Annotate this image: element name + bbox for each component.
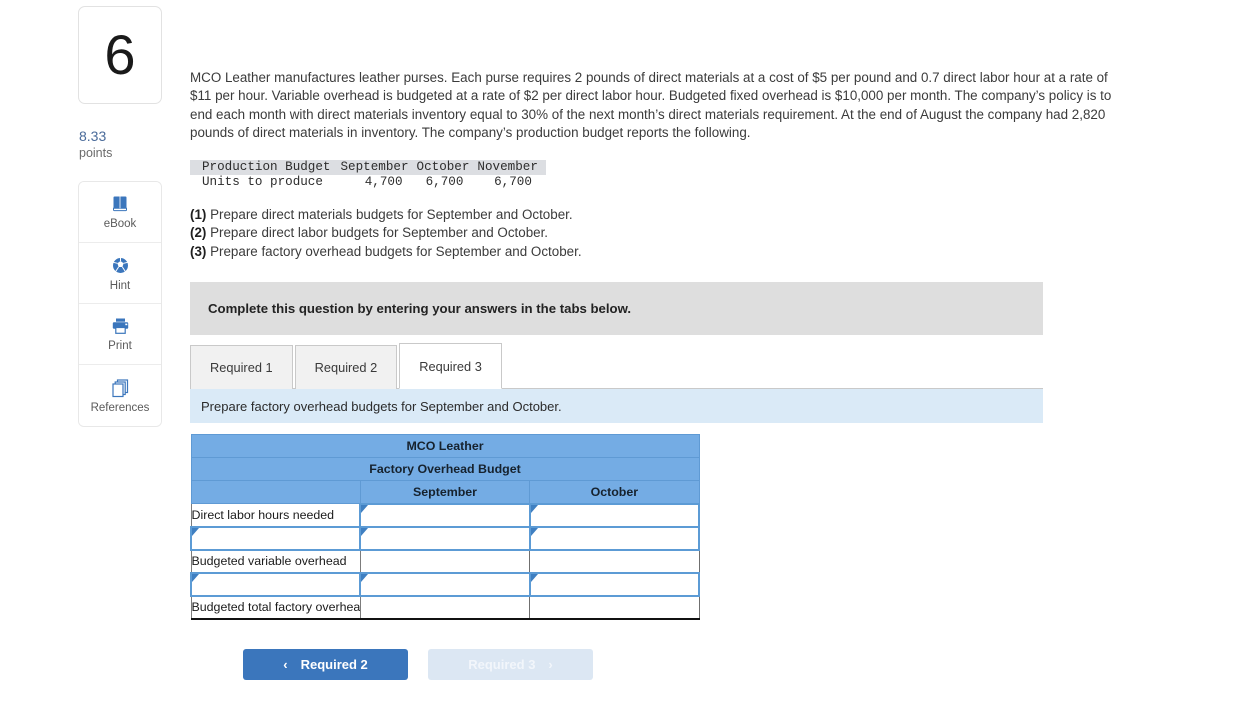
question-body: MCO Leather manufactures leather purses.… [190, 70, 1112, 141]
answer-table-subtitle-row: Factory Overhead Budget [190, 457, 700, 482]
value-row2-october [529, 549, 700, 574]
tab-instruction-text: Prepare factory overhead budgets for Sep… [201, 398, 562, 414]
book-icon [110, 194, 130, 214]
points-block: 8.33 points [78, 128, 162, 161]
production-budget-row-label: Units to produce [202, 174, 323, 189]
tab-required-1-label: Required 1 [210, 360, 273, 376]
input-row1-october[interactable] [528, 525, 701, 551]
hint-label: Hint [109, 279, 131, 292]
prev-required-label: Required 2 [300, 657, 368, 672]
question-page: 6 8.33 points eBook Hint Print Reference… [0, 0, 1252, 727]
prev-required-button[interactable]: ‹ Required 2 [243, 649, 408, 680]
input-row3-label[interactable] [189, 571, 362, 597]
print-button[interactable]: Print [79, 304, 161, 365]
tab-required-2[interactable]: Required 2 [294, 345, 398, 390]
left-rail: 6 8.33 points eBook Hint Print Reference… [78, 0, 162, 427]
input-row1-september[interactable] [359, 525, 531, 551]
complete-question-banner: Complete this question by entering your … [190, 282, 1043, 336]
answer-table-subtitle: Factory Overhead Budget [190, 457, 700, 482]
requirement-number: (3) [190, 243, 207, 259]
table-row: Budgeted total factory overhead [190, 595, 700, 620]
requirement-text: Prepare direct materials budgets for Sep… [206, 206, 573, 222]
main-content: MCO Leather manufactures leather purses.… [189, 0, 1252, 620]
navigation-buttons: ‹ Required 2 Required 3 › [243, 649, 593, 680]
requirement-text: Prepare direct labor budgets for Septemb… [206, 225, 549, 241]
production-budget-title: Production Budget [202, 159, 331, 174]
production-budget-row: Units to produce 4,700 6,700 6,700 [190, 175, 546, 190]
answer-table-col-september: September [359, 480, 531, 505]
next-required-button[interactable]: Required 3 › [428, 649, 593, 680]
production-budget-col-october: October [416, 159, 470, 174]
tab-required-3[interactable]: Required 3 [399, 343, 502, 390]
requirements-list: (1) Prepare direct materials budgets for… [190, 206, 1252, 262]
points-value: 8.33 [79, 128, 107, 144]
answer-table-col-october: October [529, 480, 700, 505]
table-row [189, 525, 701, 551]
printer-icon [110, 316, 131, 336]
answer-table-corner-cell [190, 480, 361, 505]
globe-icon [110, 255, 131, 276]
row-label-budgeted-variable-overhead: Budgeted variable overhead [190, 549, 361, 574]
tab-required-2-label: Required 2 [314, 360, 378, 376]
requirement-number: (2) [190, 225, 207, 241]
answer-table-title-row: MCO Leather [190, 434, 700, 459]
input-row0-september[interactable] [359, 502, 531, 528]
references-button[interactable]: References [79, 365, 161, 426]
points-label: points [79, 146, 113, 160]
production-budget-value-october: 6,700 [425, 174, 464, 189]
question-number-box: 6 [78, 6, 162, 104]
requirement-number: (1) [190, 206, 207, 222]
tool-button-stack: eBook Hint Print References [78, 181, 162, 427]
production-budget-col-november: November [477, 159, 538, 174]
next-required-label: Required 3 [468, 657, 536, 672]
tab-instruction-bar: Prepare factory overhead budgets for Sep… [190, 389, 1043, 424]
pages-icon [110, 377, 131, 398]
requirement-text: Prepare factory overhead budgets for Sep… [206, 243, 582, 259]
hint-button[interactable]: Hint [79, 243, 161, 304]
value-row4-september [359, 595, 531, 620]
chevron-left-icon: ‹ [283, 657, 288, 672]
table-row [189, 571, 701, 597]
tab-required-3-label: Required 3 [419, 358, 482, 374]
input-row3-october[interactable] [528, 571, 701, 597]
input-row3-september[interactable] [359, 571, 531, 597]
production-budget-value-september: 4,700 [364, 174, 403, 189]
production-budget-header-row: Production Budget September October Nove… [190, 159, 546, 175]
production-budget-col-september: September [340, 159, 409, 174]
input-row1-label[interactable] [189, 525, 362, 551]
table-row: Direct labor hours needed [190, 502, 701, 528]
requirement-item: (3) Prepare factory overhead budgets for… [190, 243, 1252, 262]
input-row0-october[interactable] [528, 502, 701, 528]
ebook-label: eBook [103, 218, 137, 230]
row-label-budgeted-total-factory-overhead: Budgeted total factory overhead [190, 595, 361, 620]
value-row4-october [529, 595, 700, 620]
answer-table-column-header-row: September October [190, 480, 700, 505]
complete-question-text: Complete this question by entering your … [208, 301, 632, 317]
row-label-direct-labor-hours: Direct labor hours needed [190, 503, 361, 528]
value-row2-september [359, 549, 531, 574]
production-budget-value-november: 6,700 [494, 174, 532, 189]
production-budget-table: Production Budget September October Nove… [190, 159, 546, 190]
table-row: Budgeted variable overhead [190, 549, 700, 574]
chevron-right-icon: › [548, 657, 553, 672]
requirement-item: (2) Prepare direct labor budgets for Sep… [190, 224, 1252, 243]
question-number: 6 [104, 23, 136, 86]
factory-overhead-budget-table: MCO Leather Factory Overhead Budget Sept… [189, 434, 701, 620]
print-label: Print [108, 340, 132, 352]
answer-table-title: MCO Leather [190, 434, 700, 459]
ebook-button[interactable]: eBook [79, 182, 161, 243]
tab-required-1[interactable]: Required 1 [190, 345, 293, 390]
requirement-item: (1) Prepare direct materials budgets for… [190, 206, 1252, 225]
references-label: References [90, 402, 150, 414]
required-tabs: Required 1 Required 2 Required 3 [190, 343, 1043, 390]
